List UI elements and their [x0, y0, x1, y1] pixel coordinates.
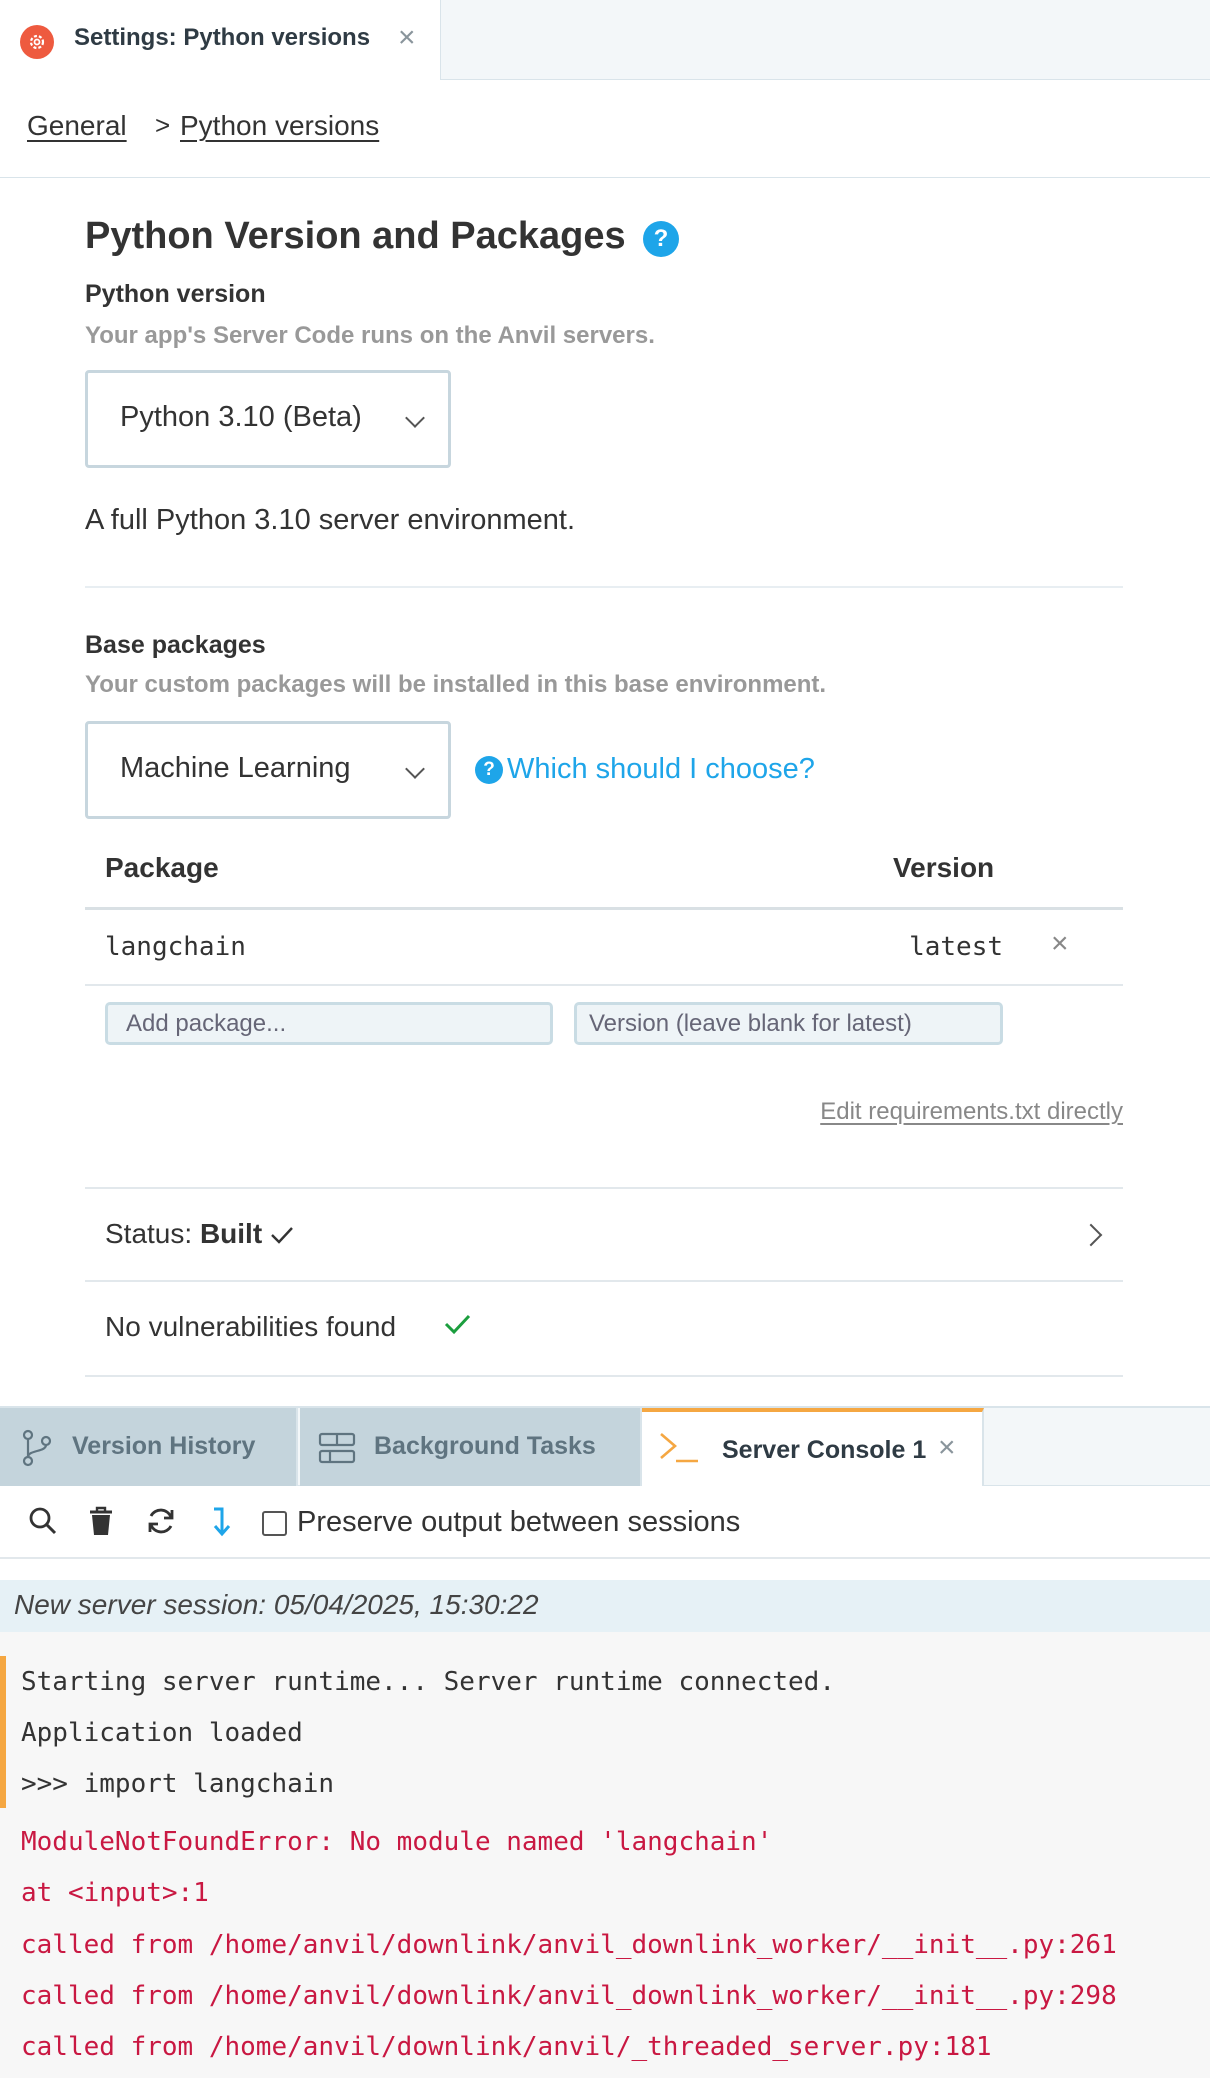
- trash-icon[interactable]: [88, 1506, 114, 1536]
- chevron-down-icon: [405, 408, 425, 428]
- tab-server-console-label: Server Console 1: [722, 1436, 927, 1464]
- chevron-down-icon: [405, 759, 425, 779]
- editor-tab-bar: Settings: Python versions ×: [0, 0, 1210, 80]
- base-packages-description: Your custom packages will be installed i…: [85, 671, 827, 698]
- check-icon: [271, 1227, 293, 1244]
- tab-version-history-label: Version History: [72, 1432, 256, 1460]
- preserve-output-label: Preserve output between sessions: [297, 1506, 741, 1538]
- python-version-select[interactable]: Python 3.10 (Beta): [85, 370, 451, 468]
- tab-settings-python-versions[interactable]: Settings: Python versions ×: [0, 0, 441, 80]
- add-package-input[interactable]: Add package...: [105, 1002, 553, 1045]
- session-header: New server session: 05/04/2025, 15:30:22: [0, 1580, 1210, 1632]
- tab-title: Settings: Python versions: [74, 24, 371, 51]
- tab-server-console[interactable]: Server Console 1 ×: [642, 1408, 984, 1488]
- vulnerabilities-row: No vulnerabilities found: [85, 1282, 1123, 1377]
- terminal-icon: [660, 1433, 698, 1463]
- which-should-i-choose-label: Which should I choose?: [507, 753, 815, 785]
- search-icon[interactable]: [28, 1506, 58, 1536]
- version-column-header: Version: [893, 852, 995, 883]
- table-row: langchain latest ×: [85, 910, 1123, 986]
- console-toolbar: Preserve output between sessions: [0, 1486, 1210, 1559]
- tasks-icon: [318, 1432, 356, 1464]
- help-icon: ?: [475, 755, 503, 784]
- edit-requirements-link[interactable]: Edit requirements.txt directly: [820, 1098, 1123, 1126]
- console-line: Application loaded: [21, 1718, 303, 1748]
- output-accent: [0, 1656, 6, 1808]
- breadcrumb-general[interactable]: General: [27, 110, 127, 142]
- tab-background-tasks[interactable]: Background Tasks: [300, 1408, 642, 1488]
- console-line: Starting server runtime... Server runtim…: [21, 1667, 835, 1697]
- branch-icon: [22, 1429, 52, 1467]
- tab-background-tasks-label: Background Tasks: [374, 1432, 596, 1460]
- page-title: Python Version and Packages: [85, 215, 626, 257]
- package-column-header: Package: [105, 852, 219, 883]
- tab-version-history[interactable]: Version History: [0, 1408, 298, 1488]
- close-icon[interactable]: ×: [938, 1432, 956, 1464]
- base-packages-select[interactable]: Machine Learning: [85, 721, 451, 819]
- breadcrumb: General > Python versions: [0, 80, 1210, 178]
- package-version-input[interactable]: Version (leave blank for latest): [574, 1002, 1003, 1045]
- error-line: at <input>:1: [21, 1878, 209, 1908]
- help-icon[interactable]: ?: [643, 221, 679, 257]
- error-line: ModuleNotFoundError: No module named 'la…: [21, 1827, 773, 1857]
- status-prefix: Status:: [105, 1218, 193, 1249]
- chevron-right-icon: [1079, 1223, 1103, 1247]
- refresh-icon[interactable]: [146, 1506, 176, 1536]
- vulnerabilities-text: No vulnerabilities found: [105, 1311, 397, 1342]
- environment-description: A full Python 3.10 server environment.: [85, 504, 576, 536]
- session-timestamp: New server session: 05/04/2025, 15:30:22: [14, 1589, 539, 1620]
- settings-panel: Python Version and Packages ? Python ver…: [0, 179, 1210, 1404]
- console-line: >>> import langchain: [21, 1769, 335, 1799]
- breadcrumb-python-versions[interactable]: Python versions: [180, 110, 379, 142]
- preserve-output-checkbox[interactable]: [262, 1511, 287, 1536]
- python-version-label: Python version: [85, 280, 266, 308]
- gear-icon: [20, 25, 54, 59]
- check-icon: [444, 1314, 471, 1335]
- which-should-i-choose-link[interactable]: ? Which should I choose?: [475, 753, 815, 786]
- base-packages-value: Machine Learning: [120, 752, 351, 784]
- status-value: Built: [199, 1218, 263, 1249]
- package-version: latest: [909, 932, 1003, 962]
- error-line: called from /home/anvil/downlink/anvil/_…: [21, 2032, 992, 2062]
- error-line: called from /home/anvil/downlink/anvil_d…: [21, 1930, 1117, 1960]
- console-output: Starting server runtime... Server runtim…: [0, 1632, 1210, 2078]
- build-status-row[interactable]: Status: Built: [85, 1187, 1123, 1282]
- error-line: called from /home/anvil/downlink/anvil_d…: [21, 1981, 1117, 2011]
- close-icon[interactable]: ×: [398, 22, 416, 54]
- python-version-description: Your app's Server Code runs on the Anvil…: [85, 322, 655, 349]
- package-name: langchain: [105, 932, 246, 962]
- breadcrumb-separator: >: [155, 110, 171, 140]
- status-text: Status: Built: [105, 1218, 294, 1250]
- python-version-value: Python 3.10 (Beta): [120, 401, 362, 433]
- scroll-down-icon[interactable]: [210, 1506, 234, 1538]
- bottom-panel-tabs: Version History Background Tasks Server …: [0, 1406, 1210, 1488]
- base-packages-label: Base packages: [85, 631, 266, 659]
- divider: [85, 586, 1123, 588]
- close-icon[interactable]: ×: [1051, 928, 1069, 960]
